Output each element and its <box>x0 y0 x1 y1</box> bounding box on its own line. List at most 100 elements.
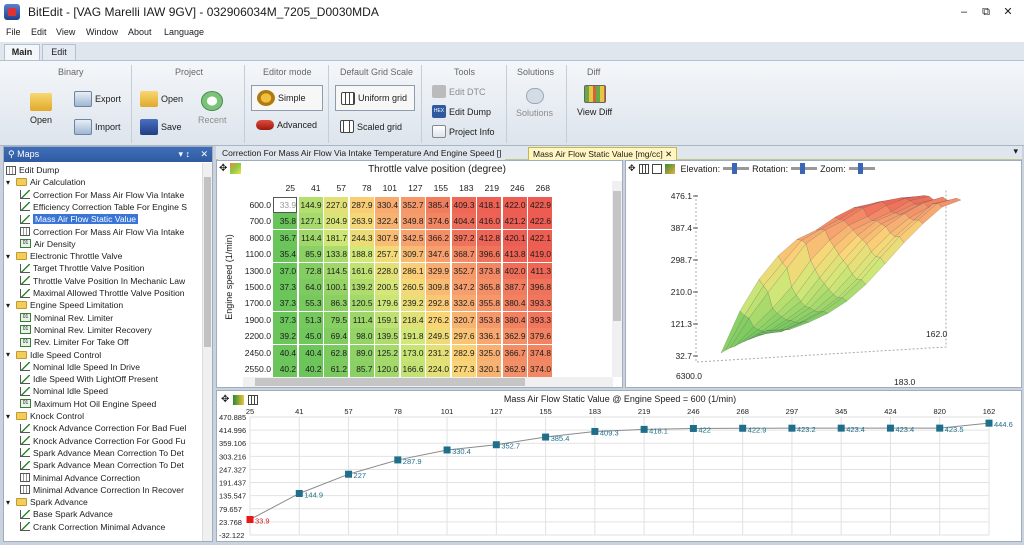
data-point[interactable] <box>837 424 845 432</box>
map-cell[interactable]: 286.1 <box>400 262 425 279</box>
map-cell[interactable]: 374.8 <box>528 344 552 361</box>
expand-toggle-icon[interactable]: ▾ <box>6 252 13 261</box>
map-cell[interactable]: 79.5 <box>324 311 348 328</box>
map-cell[interactable]: 397.2 <box>451 229 476 246</box>
import-button[interactable]: Import <box>74 119 121 135</box>
map-cell[interactable]: 413.8 <box>502 246 527 263</box>
tree-item[interactable]: Minimal Advance Correction In Recover <box>20 484 184 496</box>
map-cell[interactable]: 422.9 <box>528 197 552 213</box>
map-cell[interactable]: 204.9 <box>324 213 348 230</box>
map-cell[interactable]: 55.3 <box>298 295 323 312</box>
expand-toggle-icon[interactable]: ▾ <box>6 350 13 359</box>
map-cell[interactable]: 40.2 <box>298 361 323 377</box>
tab-list-icon[interactable]: ▾ <box>1013 146 1018 157</box>
rotation-slider[interactable] <box>791 163 818 174</box>
tree-item[interactable]: Base Spark Advance <box>20 508 113 520</box>
expand-toggle-icon[interactable]: ▾ <box>6 412 13 421</box>
edit-dtc-button[interactable]: Edit DTC <box>432 85 486 98</box>
map-cell[interactable]: 200.5 <box>375 279 399 295</box>
map-cell[interactable]: 362.9 <box>502 361 527 377</box>
map-cell[interactable]: 412.8 <box>477 229 501 246</box>
map-cell[interactable]: 114.5 <box>324 262 348 279</box>
scaled-grid-button[interactable]: Scaled grid <box>340 120 402 133</box>
grid-toggle-icon[interactable] <box>638 163 649 174</box>
map-cell[interactable]: 373.8 <box>477 262 501 279</box>
map-cell[interactable]: 191.8 <box>400 328 425 345</box>
map-cell[interactable]: 380.4 <box>502 295 527 312</box>
tree-item[interactable]: Knock Advance Correction For Good Fu <box>20 435 185 447</box>
map-cell[interactable]: 320.7 <box>451 311 476 328</box>
map-cell[interactable]: 353.8 <box>477 311 501 328</box>
tree-folder[interactable]: ▾ Air Calculation <box>6 176 85 188</box>
table-h-scrollbar[interactable] <box>243 377 613 387</box>
table-h-scrollbar-thumb[interactable] <box>255 378 525 386</box>
project-open-button[interactable]: Open <box>140 91 183 107</box>
map-cell[interactable]: 85.9 <box>298 246 323 263</box>
map-cell[interactable]: 179.6 <box>375 295 399 312</box>
map-cell[interactable]: 144.9 <box>298 197 323 213</box>
table-v-scrollbar-thumb[interactable] <box>613 191 621 321</box>
export-button[interactable]: Export <box>74 91 121 107</box>
map-cell[interactable]: 85.7 <box>349 361 374 377</box>
map-cell[interactable]: 355.8 <box>477 295 501 312</box>
data-point[interactable] <box>542 433 550 441</box>
map-cell[interactable]: 89.0 <box>349 344 374 361</box>
tree-item[interactable]: Target Throttle Valve Position <box>20 262 144 274</box>
uniform-grid-button[interactable]: Uniform grid <box>335 85 415 111</box>
map-cell[interactable]: 368.7 <box>451 246 476 263</box>
move-icon[interactable]: ✥ <box>628 163 636 174</box>
tree-item[interactable]: Nominal Idle Speed In Drive <box>20 361 140 373</box>
tree-item[interactable]: Idle Speed With LightOff Present <box>20 373 158 385</box>
map-cell[interactable]: 352.7 <box>451 262 476 279</box>
map-cell[interactable]: 263.9 <box>349 213 374 230</box>
map-cell[interactable]: 297.6 <box>451 328 476 345</box>
map-cell[interactable]: 51.3 <box>298 311 323 328</box>
map-cell[interactable]: 282.9 <box>451 344 476 361</box>
map-cell[interactable]: 277.3 <box>451 361 476 377</box>
minimize-icon[interactable]: – <box>954 3 974 21</box>
data-point[interactable] <box>295 489 303 497</box>
map-cell[interactable]: 422.6 <box>528 213 552 230</box>
map-cell[interactable]: 347.6 <box>426 246 450 263</box>
tree-item[interactable]: 01 Nominal Rev. Limiter Recovery <box>20 324 152 336</box>
map-cell[interactable]: 365.8 <box>477 279 501 295</box>
map-cell[interactable]: 36.7 <box>273 229 297 246</box>
data-point[interactable] <box>640 425 648 433</box>
map-cell[interactable]: 33.9 <box>273 197 297 213</box>
data-point[interactable] <box>788 424 796 432</box>
expand-toggle-icon[interactable]: ▾ <box>6 301 13 310</box>
binary-open-button[interactable]: Open <box>30 93 52 125</box>
map-cell[interactable]: 404.4 <box>451 213 476 230</box>
map-cell[interactable]: 342.5 <box>400 229 425 246</box>
map-cell[interactable]: 166.6 <box>400 361 425 377</box>
tree-scrollbar[interactable] <box>202 163 212 541</box>
map-cell[interactable]: 188.8 <box>349 246 374 263</box>
map-cell[interactable]: 411.3 <box>528 262 552 279</box>
map-cell[interactable]: 37.3 <box>273 279 297 295</box>
doc-tab-correction[interactable]: Correction For Mass Air Flow Via Intake … <box>218 147 506 160</box>
tree-item[interactable]: Mass Air Flow Static Value <box>20 213 139 225</box>
elevation-slider[interactable] <box>723 163 750 174</box>
map-cell[interactable]: 325.0 <box>477 344 501 361</box>
tree-item[interactable]: 01 Maximum Hot Oil Engine Speed <box>20 398 156 410</box>
color-toggle-icon[interactable] <box>664 163 675 174</box>
map-cell[interactable]: 45.0 <box>298 328 323 345</box>
map-cell[interactable]: 421.2 <box>502 213 527 230</box>
map-cell[interactable]: 239.2 <box>400 295 425 312</box>
map-cell[interactable]: 35.8 <box>273 213 297 230</box>
map-cell[interactable]: 379.6 <box>528 328 552 345</box>
map-cell[interactable]: 111.4 <box>349 311 374 328</box>
menu-view[interactable]: View <box>56 27 75 37</box>
map-cell[interactable]: 402.0 <box>502 262 527 279</box>
tree-item[interactable]: 01 Rev. Limiter For Take Off <box>20 336 129 348</box>
tree-item[interactable]: Crank Correction Minimal Advance <box>20 521 165 533</box>
tree-item[interactable]: Correction For Mass Air Flow Via Intake <box>20 226 184 238</box>
map-cell[interactable]: 396.6 <box>477 246 501 263</box>
menu-file[interactable]: File <box>6 27 21 37</box>
map-cell[interactable]: 244.3 <box>349 229 374 246</box>
map-cell[interactable]: 362.9 <box>502 328 527 345</box>
data-point[interactable] <box>591 427 599 435</box>
map-cell[interactable]: 396.8 <box>528 279 552 295</box>
map-cell[interactable]: 231.2 <box>426 344 450 361</box>
tree-item[interactable]: Minimal Advance Correction <box>20 472 140 484</box>
